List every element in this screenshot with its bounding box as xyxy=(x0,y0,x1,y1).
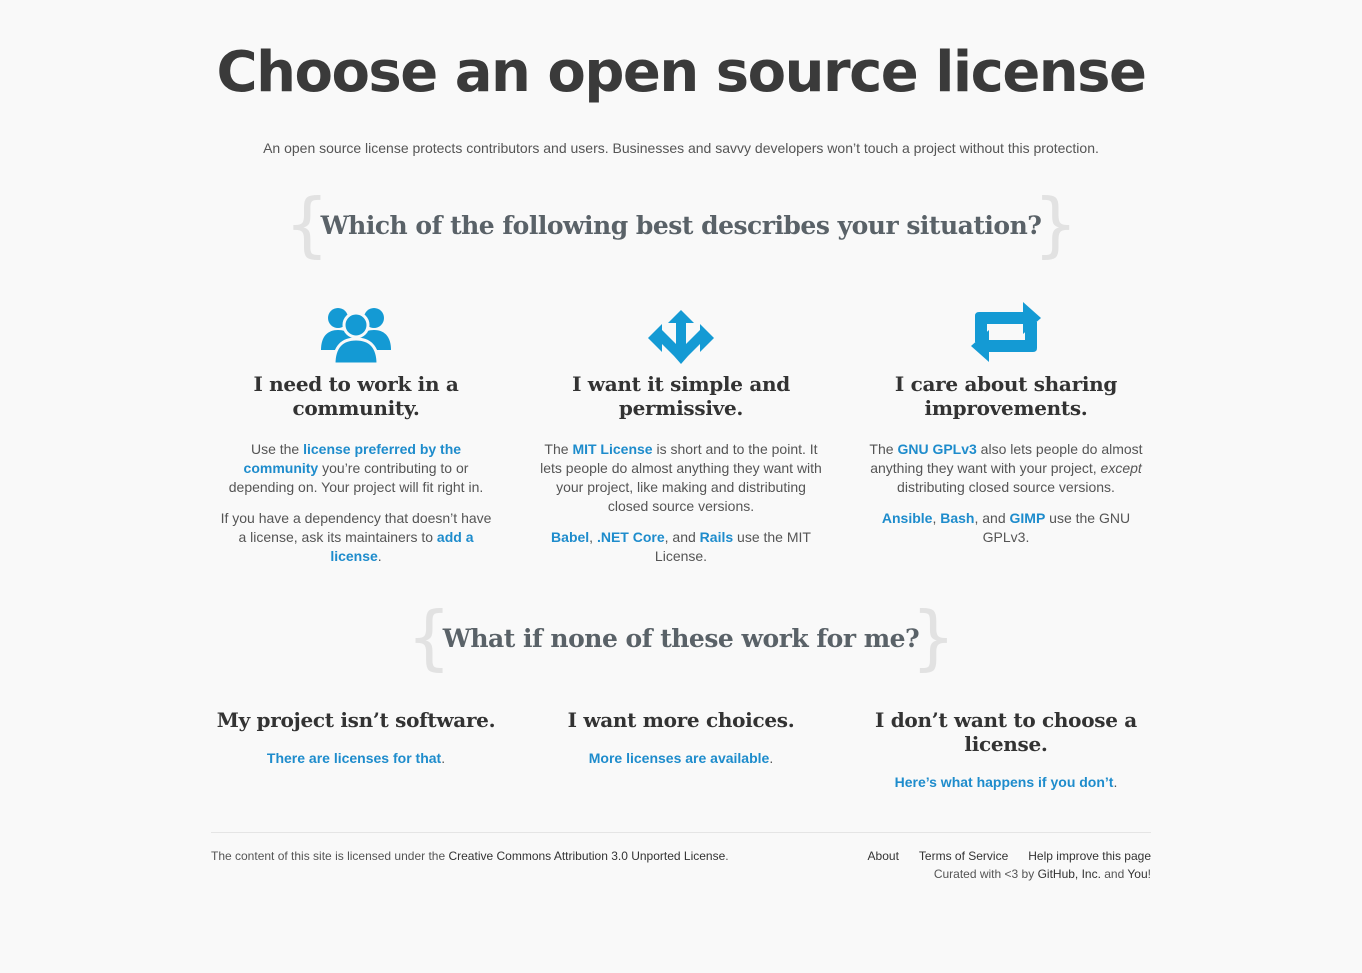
question-none: { What if none of these work for me? } xyxy=(211,602,1151,672)
terms-link[interactable]: Terms of Service xyxy=(919,849,1008,863)
non-software-licenses-link[interactable]: There are licenses for that xyxy=(267,750,441,766)
alt-not-software-heading: My project isn’t software. xyxy=(216,708,496,732)
alt-no-license-text: Here’s what happens if you don’t. xyxy=(861,774,1151,790)
mit-license-link[interactable]: MIT License xyxy=(572,441,652,457)
license-options: I need to work in a community. Use the l… xyxy=(211,296,1151,578)
alt-not-software-text: There are licenses for that. xyxy=(211,750,501,766)
text: , xyxy=(589,529,597,545)
footer-license: The content of this site is licensed und… xyxy=(211,849,729,881)
left-brace-icon: { xyxy=(284,183,330,266)
bash-link[interactable]: Bash xyxy=(940,510,974,526)
alt-not-software: My project isn’t software. There are lic… xyxy=(211,708,501,790)
text: The xyxy=(544,441,573,457)
right-brace-icon: } xyxy=(1033,183,1078,266)
question-situation-heading: { Which of the following best describes … xyxy=(285,189,1078,259)
option-sharing: I care about sharing improvements. The G… xyxy=(861,296,1151,578)
option-permissive-desc: The MIT License is short and to the poin… xyxy=(536,440,826,516)
github-link[interactable]: GitHub, Inc. xyxy=(1038,867,1101,881)
gpl-link[interactable]: GNU GPLv3 xyxy=(897,441,976,457)
gimp-link[interactable]: GIMP xyxy=(1010,510,1046,526)
more-licenses-link[interactable]: More licenses are available xyxy=(589,750,770,766)
option-community-dependency: If you have a dependency that doesn’t ha… xyxy=(211,509,501,566)
footer-curated: Curated with <3 by GitHub, Inc. and You! xyxy=(848,867,1151,881)
text: , and xyxy=(974,510,1010,526)
about-link[interactable]: About xyxy=(868,849,899,863)
page-title: Choose an open source license xyxy=(216,40,1147,105)
arrows-split-icon xyxy=(536,296,826,366)
question-situation-text: Which of the following best describes yo… xyxy=(320,211,1042,240)
alt-more-choices: I want more choices. More licenses are a… xyxy=(536,708,826,790)
question-none-text: What if none of these work for me? xyxy=(442,624,920,653)
users-icon xyxy=(211,296,501,366)
option-community: I need to work in a community. Use the l… xyxy=(211,296,501,578)
text: distributing closed source versions. xyxy=(897,479,1115,495)
alt-more-choices-heading: I want more choices. xyxy=(567,708,795,732)
cc-license-link[interactable]: Creative Commons Attribution 3.0 Unporte… xyxy=(448,849,725,863)
alt-no-license-heading: I don’t want to choose a license. xyxy=(875,708,1137,756)
ansible-link[interactable]: Ansible xyxy=(882,510,933,526)
option-sharing-desc: The GNU GPLv3 also lets people do almost… xyxy=(861,440,1151,497)
text: and xyxy=(1100,867,1128,881)
repeat-icon xyxy=(861,296,1151,366)
text: The content of this site is licensed und… xyxy=(211,849,449,863)
page-lead: An open source license protects contribu… xyxy=(263,140,1099,156)
option-permissive-users: Babel, .NET Core, and Rails use the MIT … xyxy=(536,528,826,566)
text: Curated with <3 by xyxy=(933,867,1038,881)
option-community-heading: I need to work in a community. xyxy=(253,372,459,420)
babel-link[interactable]: Babel xyxy=(551,529,589,545)
text: Use the xyxy=(250,441,304,457)
footer: The content of this site is licensed und… xyxy=(211,832,1151,881)
right-brace-icon: } xyxy=(911,596,956,679)
text: . xyxy=(377,548,382,564)
option-community-desc: Use the license preferred by the communi… xyxy=(211,440,501,497)
you-link[interactable]: You xyxy=(1127,867,1147,881)
text: . xyxy=(1113,774,1118,790)
question-situation: { Which of the following best describes … xyxy=(211,189,1151,259)
footer-right: About Terms of Service Help improve this p… xyxy=(848,849,1151,881)
page: Choose an open source license An open so… xyxy=(211,0,1151,881)
alt-more-choices-text: More licenses are available. xyxy=(536,750,826,766)
option-sharing-heading: I care about sharing improvements. xyxy=(894,372,1118,420)
alternatives: My project isn’t software. There are lic… xyxy=(211,708,1151,790)
left-brace-icon: { xyxy=(406,596,452,679)
rails-link[interactable]: Rails xyxy=(700,529,733,545)
text: The xyxy=(869,441,898,457)
text: . xyxy=(725,849,729,863)
dotnet-core-link[interactable]: .NET Core xyxy=(597,529,665,545)
question-none-heading: { What if none of these work for me? } xyxy=(407,602,956,672)
option-permissive: I want it simple and permissive. The MIT… xyxy=(536,296,826,578)
text: . xyxy=(769,750,774,766)
text: ! xyxy=(1147,867,1151,881)
footer-links: About Terms of Service Help improve this p… xyxy=(848,849,1151,863)
text: , and xyxy=(664,529,700,545)
alt-no-license: I don’t want to choose a license. Here’s… xyxy=(861,708,1151,790)
option-permissive-heading: I want it simple and permissive. xyxy=(572,372,790,420)
option-sharing-users: Ansible, Bash, and GIMP use the GNU GPLv… xyxy=(861,509,1151,547)
help-improve-link[interactable]: Help improve this page xyxy=(1028,849,1151,863)
text: except xyxy=(1100,460,1142,476)
no-license-link[interactable]: Here’s what happens if you don’t xyxy=(895,774,1114,790)
text: . xyxy=(441,750,446,766)
